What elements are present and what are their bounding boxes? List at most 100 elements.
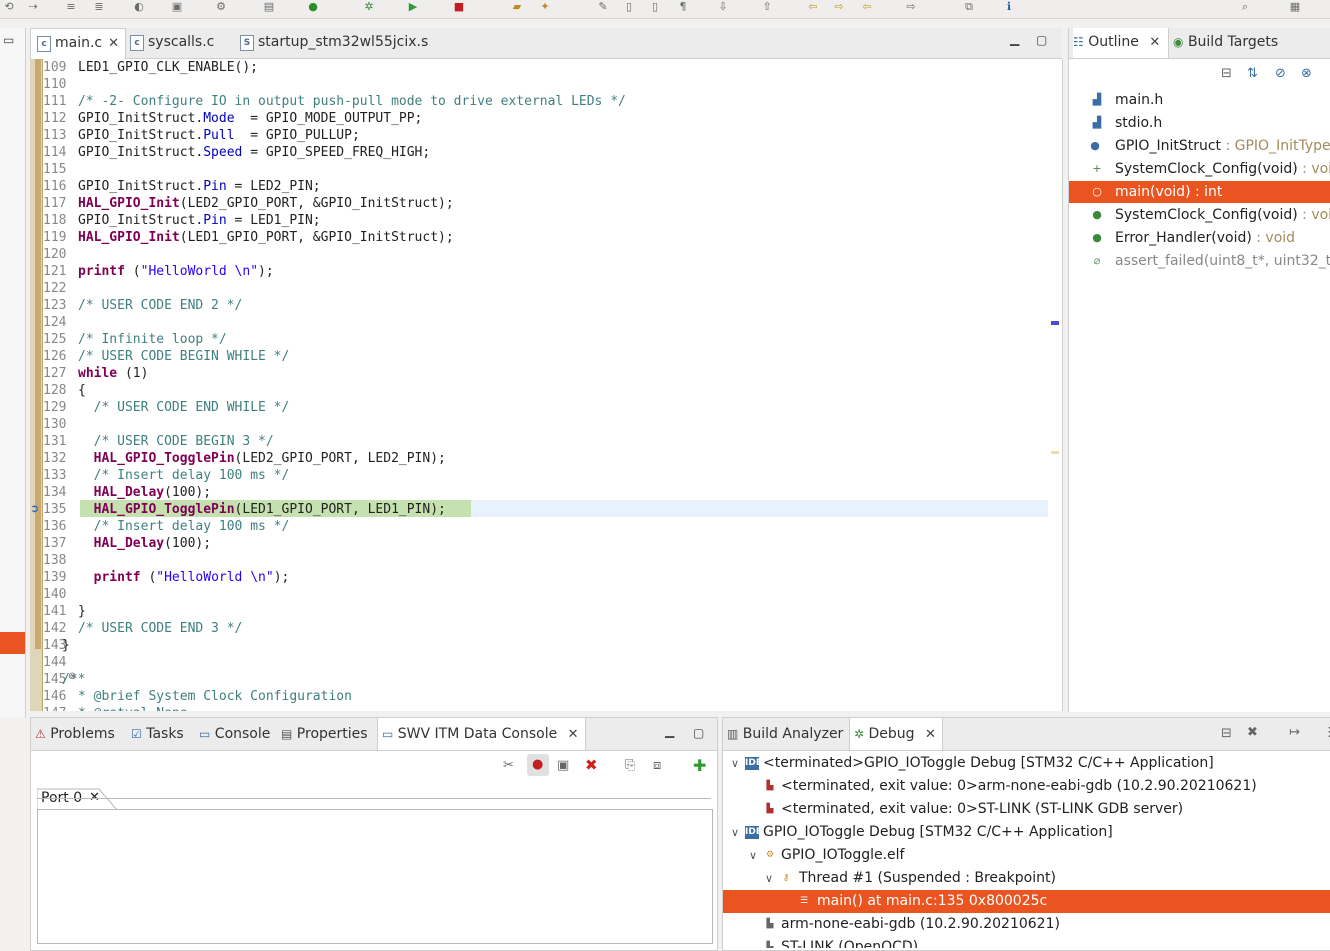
debug-tree-item[interactable]: ▙ <terminated, exit value: 0>arm-none-ea… [723, 775, 1330, 798]
tab-syscalls-c[interactable]: c syscalls.c [124, 28, 220, 57]
remove-icon[interactable]: ✖ [585, 756, 598, 774]
include-icon: ▟ [1092, 116, 1102, 129]
outline-item[interactable]: + SystemClock_Config(void) : void [1069, 158, 1330, 180]
close-icon[interactable]: ✕ [1149, 35, 1160, 50]
line-number: 110 [43, 77, 67, 92]
debug-tree-item[interactable]: ∨ IDE <terminated>GPIO_IOToggle Debug [S… [723, 752, 1330, 775]
tab-properties[interactable]: ▤ Properties [281, 718, 368, 750]
port-output-area[interactable] [37, 809, 713, 944]
hide-fields-icon[interactable]: ⊘ [1275, 66, 1286, 81]
debug-tree-item[interactable]: ▙ ST-LINK (OpenOCD) [723, 936, 1330, 948]
debug-tree-item[interactable]: ∨ ⚙ GPIO_IOToggle.elf [723, 844, 1330, 867]
outline-item[interactable]: ● SystemClock_Config(void) : void [1069, 204, 1330, 226]
step-into-icon[interactable]: ↦ [1289, 725, 1300, 740]
outline-item[interactable]: ▟ main.h [1069, 89, 1330, 111]
toolbar-icon[interactable]: ≣ [92, 1, 106, 13]
sort-icon[interactable]: ⇅ [1247, 66, 1258, 81]
outline-item-selected[interactable]: ○ main(void) : int [1069, 181, 1330, 203]
tab-build-targets[interactable]: ◉ Build Targets [1173, 28, 1278, 57]
debug-tree-item[interactable]: ▙ <terminated, exit value: 0>ST-LINK (ST… [723, 798, 1330, 821]
collapse-all-icon[interactable]: ⊟ [1221, 726, 1232, 741]
maximize-icon[interactable]: ▢ [693, 726, 704, 740]
tab-build-analyzer[interactable]: ▥ Build Analyzer [727, 718, 843, 750]
toolbar-icon[interactable]: ▯ [648, 1, 662, 13]
line-number: 146 [43, 689, 67, 704]
port-tab[interactable]: Port 0 ✕ [37, 788, 117, 810]
code-line: /* USER CODE BEGIN WHILE */ [78, 349, 290, 364]
outline-icon: ☷ [1073, 35, 1084, 49]
maximize-icon[interactable]: ▢ [1036, 33, 1047, 47]
collapse-all-icon[interactable]: ⊟ [1221, 66, 1232, 81]
close-icon[interactable]: ✕ [568, 727, 579, 742]
stop-icon[interactable]: ■ [452, 1, 466, 13]
toolbar-icon[interactable]: ⚙ [214, 1, 228, 13]
restore-icon[interactable]: ▭ [3, 33, 14, 47]
chevron-down-icon[interactable]: ∨ [747, 844, 759, 867]
overview-ruler-marker[interactable] [1051, 321, 1059, 325]
tab-problems[interactable]: ⚠ Problems [35, 718, 115, 750]
chevron-down-icon[interactable]: ∨ [729, 821, 741, 844]
code-editor[interactable]: ➲ 109 110 111 112 113 114 115 116 117 118 119 120 12… [30, 59, 1063, 711]
tab-outline[interactable]: ☷ Outline ✕ [1073, 28, 1170, 58]
back-icon[interactable]: ⇦ [860, 1, 874, 13]
configure-trace-icon[interactable]: ✂ [503, 758, 514, 773]
info-icon[interactable]: ℹ [1002, 1, 1016, 13]
start-trace-button[interactable]: ● [527, 754, 549, 776]
debug-bug-icon[interactable]: ✲ [362, 1, 376, 13]
new-window-icon[interactable]: ⧉ [962, 1, 976, 13]
scroll-lock-icon[interactable]: ⧈ [653, 758, 661, 773]
code-line: printf ("HelloWorld \n"); [93, 570, 290, 585]
wand-icon[interactable]: ✦ [538, 1, 552, 13]
tab-startup-s[interactable]: S startup_stm32wl55jcix.s [234, 28, 434, 57]
minimize-icon[interactable]: ▁ [1010, 32, 1019, 46]
pilcrow-icon[interactable]: ¶ [676, 1, 690, 13]
overview-ruler-marker[interactable] [1051, 451, 1059, 454]
toolbar-icon[interactable]: ▯ [622, 1, 636, 13]
remove-terminated-icon[interactable]: ✖ [1247, 725, 1258, 740]
debug-tree-item[interactable]: ∨ ⚷ Thread #1 (Suspended : Breakpoint) [723, 867, 1330, 890]
outline-item[interactable]: ● Error_Handler(void) : void [1069, 227, 1330, 249]
fold-collapse-icon[interactable]: ⊖ [68, 671, 76, 682]
forward-icon[interactable]: ⇨ [832, 1, 846, 13]
toolbar-icon[interactable]: ▤ [262, 1, 276, 13]
toolbar-icon[interactable]: ⇧ [760, 1, 774, 13]
play-icon[interactable]: ▶ [406, 1, 420, 13]
outline-item[interactable]: ● GPIO_InitStruct : GPIO_InitTypeD [1069, 135, 1330, 157]
pen-icon[interactable]: ✎ [596, 1, 610, 13]
debug-tree-item[interactable]: ▙ arm-none-eabi-gdb (10.2.90.20210621) [723, 913, 1330, 936]
toolbar-icon[interactable]: ◐ [132, 1, 146, 13]
toolbar-icon[interactable]: ⇩ [716, 1, 730, 13]
clear-console-icon[interactable]: ⎘ [625, 758, 635, 773]
add-port-icon[interactable]: ✚ [693, 756, 706, 775]
tab-tasks[interactable]: ☑ Tasks [131, 718, 184, 750]
toolbar-icon[interactable]: ⟲ [2, 1, 16, 13]
toolbar-icon[interactable]: ⇢ [26, 1, 40, 13]
chevron-down-icon[interactable]: ∨ [763, 867, 775, 890]
minimize-icon[interactable]: ▁ [665, 724, 674, 738]
tab-console[interactable]: ▭ Console [199, 718, 270, 750]
tab-main-c[interactable]: c main.c ✕ [30, 28, 127, 59]
tab-debug[interactable]: ✲ Debug ✕ [849, 718, 943, 750]
toolbar-icon[interactable]: ▣ [170, 1, 184, 13]
close-icon[interactable]: ✕ [108, 36, 119, 51]
forward-icon[interactable]: ⇨ [904, 1, 918, 13]
toolbar-icon[interactable]: ≡ [64, 1, 78, 13]
run-icon[interactable]: ● [306, 1, 320, 13]
folder-icon[interactable]: ▰ [510, 1, 524, 13]
view-menu-icon[interactable]: ⋮ [1323, 725, 1330, 740]
debug-tree-item-selected[interactable]: ☰ main() at main.c:135 0x800025c [723, 890, 1330, 913]
tab-swv-itm-console[interactable]: ▭ SWV ITM Data Console ✕ [377, 718, 586, 750]
code-line: /* -2- Configure IO in output push-pull … [78, 94, 626, 109]
outline-panel: ☷ Outline ✕ ◉ Build Targets ⊟ ⇅ ⊘ ⊗ ▟ ma… [1068, 28, 1330, 712]
debug-tree-item[interactable]: ∨ IDE GPIO_IOToggle Debug [STM32 C/C++ A… [723, 821, 1330, 844]
hide-static-icon[interactable]: ⊗ [1301, 66, 1312, 81]
save-icon[interactable]: ▣ [557, 758, 569, 773]
close-icon[interactable]: ✕ [925, 727, 936, 742]
code-line: HAL_Delay(100); [93, 536, 212, 551]
perspective-icon[interactable]: ▦ [1288, 1, 1302, 13]
outline-item[interactable]: ⌀ assert_failed(uint8_t*, uint32_t) [1069, 250, 1330, 272]
back-icon[interactable]: ⇦ [806, 1, 820, 13]
chevron-down-icon[interactable]: ∨ [729, 752, 741, 775]
outline-item[interactable]: ▟ stdio.h [1069, 112, 1330, 134]
search-icon[interactable]: ⌕ [1238, 1, 1252, 13]
